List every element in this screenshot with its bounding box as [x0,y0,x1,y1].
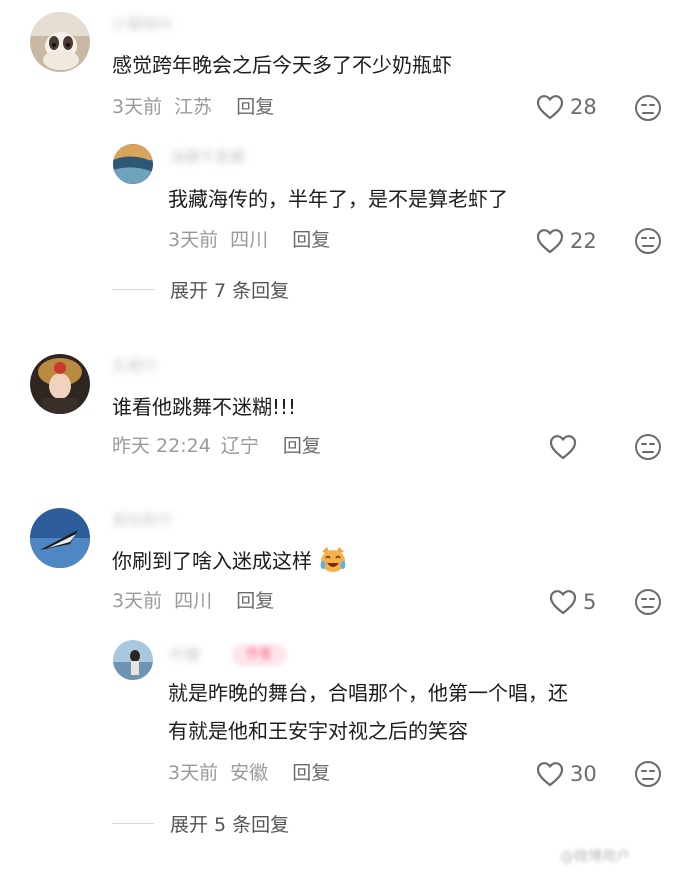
comment-meta: 昨天 22:24 辽宁 回复 [112,434,321,458]
unhappy-face-icon [635,228,661,254]
like-count: 30 [570,762,597,786]
comment-location: 安徽 [230,762,269,784]
unhappy-face-icon [635,95,661,121]
expand-replies-button[interactable]: 展开 5 条回复 [112,810,289,837]
comment-meta: 3天前 四川 回复 [168,228,330,252]
dislike-button[interactable] [634,760,662,792]
username[interactable]: 星际航行 [112,510,172,530]
comment-text: 你刷到了啥入迷成这样 [112,543,348,586]
dislike-button[interactable] [634,227,662,259]
like-count: 5 [583,590,597,614]
like-count: 28 [570,95,597,119]
comment-time: 3天前 [112,96,163,118]
avatar[interactable] [113,144,153,184]
comment-location: 辽宁 [220,435,259,457]
comment-meta: 3天前 江苏 回复 [112,95,274,119]
avatar[interactable] [30,508,90,568]
expand-replies-button[interactable]: 展开 7 条回复 [112,276,289,303]
avatar[interactable] [30,354,90,414]
reply-button[interactable]: 回复 [236,590,274,612]
username[interactable]: 海螺不是螺 [170,147,245,167]
like-button[interactable]: 5 [549,589,596,615]
comment-time: 3天前 [112,590,163,612]
divider [112,289,154,290]
expand-replies-label: 展开 7 条回复 [170,280,290,302]
heart-icon [549,435,577,460]
comment-meta: 3天前 安徽 回复 [168,761,330,785]
username[interactable]: 柠檬 [170,645,200,665]
comment-location: 四川 [174,590,213,612]
dislike-button[interactable] [634,588,662,620]
reply-button[interactable]: 回复 [292,762,330,784]
dislike-button[interactable] [634,94,662,126]
comment-text-content: 你刷到了啥入迷成这样 [112,549,312,573]
username[interactable]: 东君行 [112,356,157,376]
comment-time: 3天前 [168,762,219,784]
comment-location: 四川 [230,229,269,251]
author-badge: 作者 [232,644,286,666]
comment-location: 江苏 [174,96,213,118]
divider [112,823,154,824]
cat-laughing-emoji [318,546,348,586]
unhappy-face-icon [635,761,661,787]
comment-text-line2: 有就是他和王安宇对视之后的笑容 [168,719,468,743]
like-button[interactable] [549,434,577,460]
comment-text-line1: 就是昨晚的舞台，合唱那个，他第一个唱，还 [168,681,568,705]
avatar[interactable] [113,640,153,680]
unhappy-face-icon [635,589,661,615]
comment-text: 谁看他跳舞不迷糊!!! [112,395,297,419]
username[interactable]: 小猫咪叫 [112,14,172,34]
unhappy-face-icon [635,434,661,460]
expand-replies-label: 展开 5 条回复 [170,814,290,836]
comment-time: 昨天 22:24 [112,435,211,457]
comment-time: 3天前 [168,229,219,251]
reply-button[interactable]: 回复 [236,96,274,118]
heart-icon [536,229,564,254]
like-button[interactable]: 22 [536,228,597,254]
dislike-button[interactable] [634,433,662,465]
comment-text: 感觉跨年晚会之后今天多了不少奶瓶虾 [112,53,452,77]
like-count: 22 [570,229,597,253]
like-button[interactable]: 30 [536,761,597,787]
heart-icon [536,762,564,787]
avatar[interactable] [30,12,90,72]
heart-icon [536,95,564,120]
reply-button[interactable]: 回复 [283,435,321,457]
reply-button[interactable]: 回复 [292,229,330,251]
like-button[interactable]: 28 [536,94,597,120]
watermark: @微博用户 [560,849,630,865]
comment-text: 我藏海传的，半年了，是不是算老虾了 [168,187,508,211]
heart-icon [549,590,577,615]
comment-meta: 3天前 四川 回复 [112,589,274,613]
